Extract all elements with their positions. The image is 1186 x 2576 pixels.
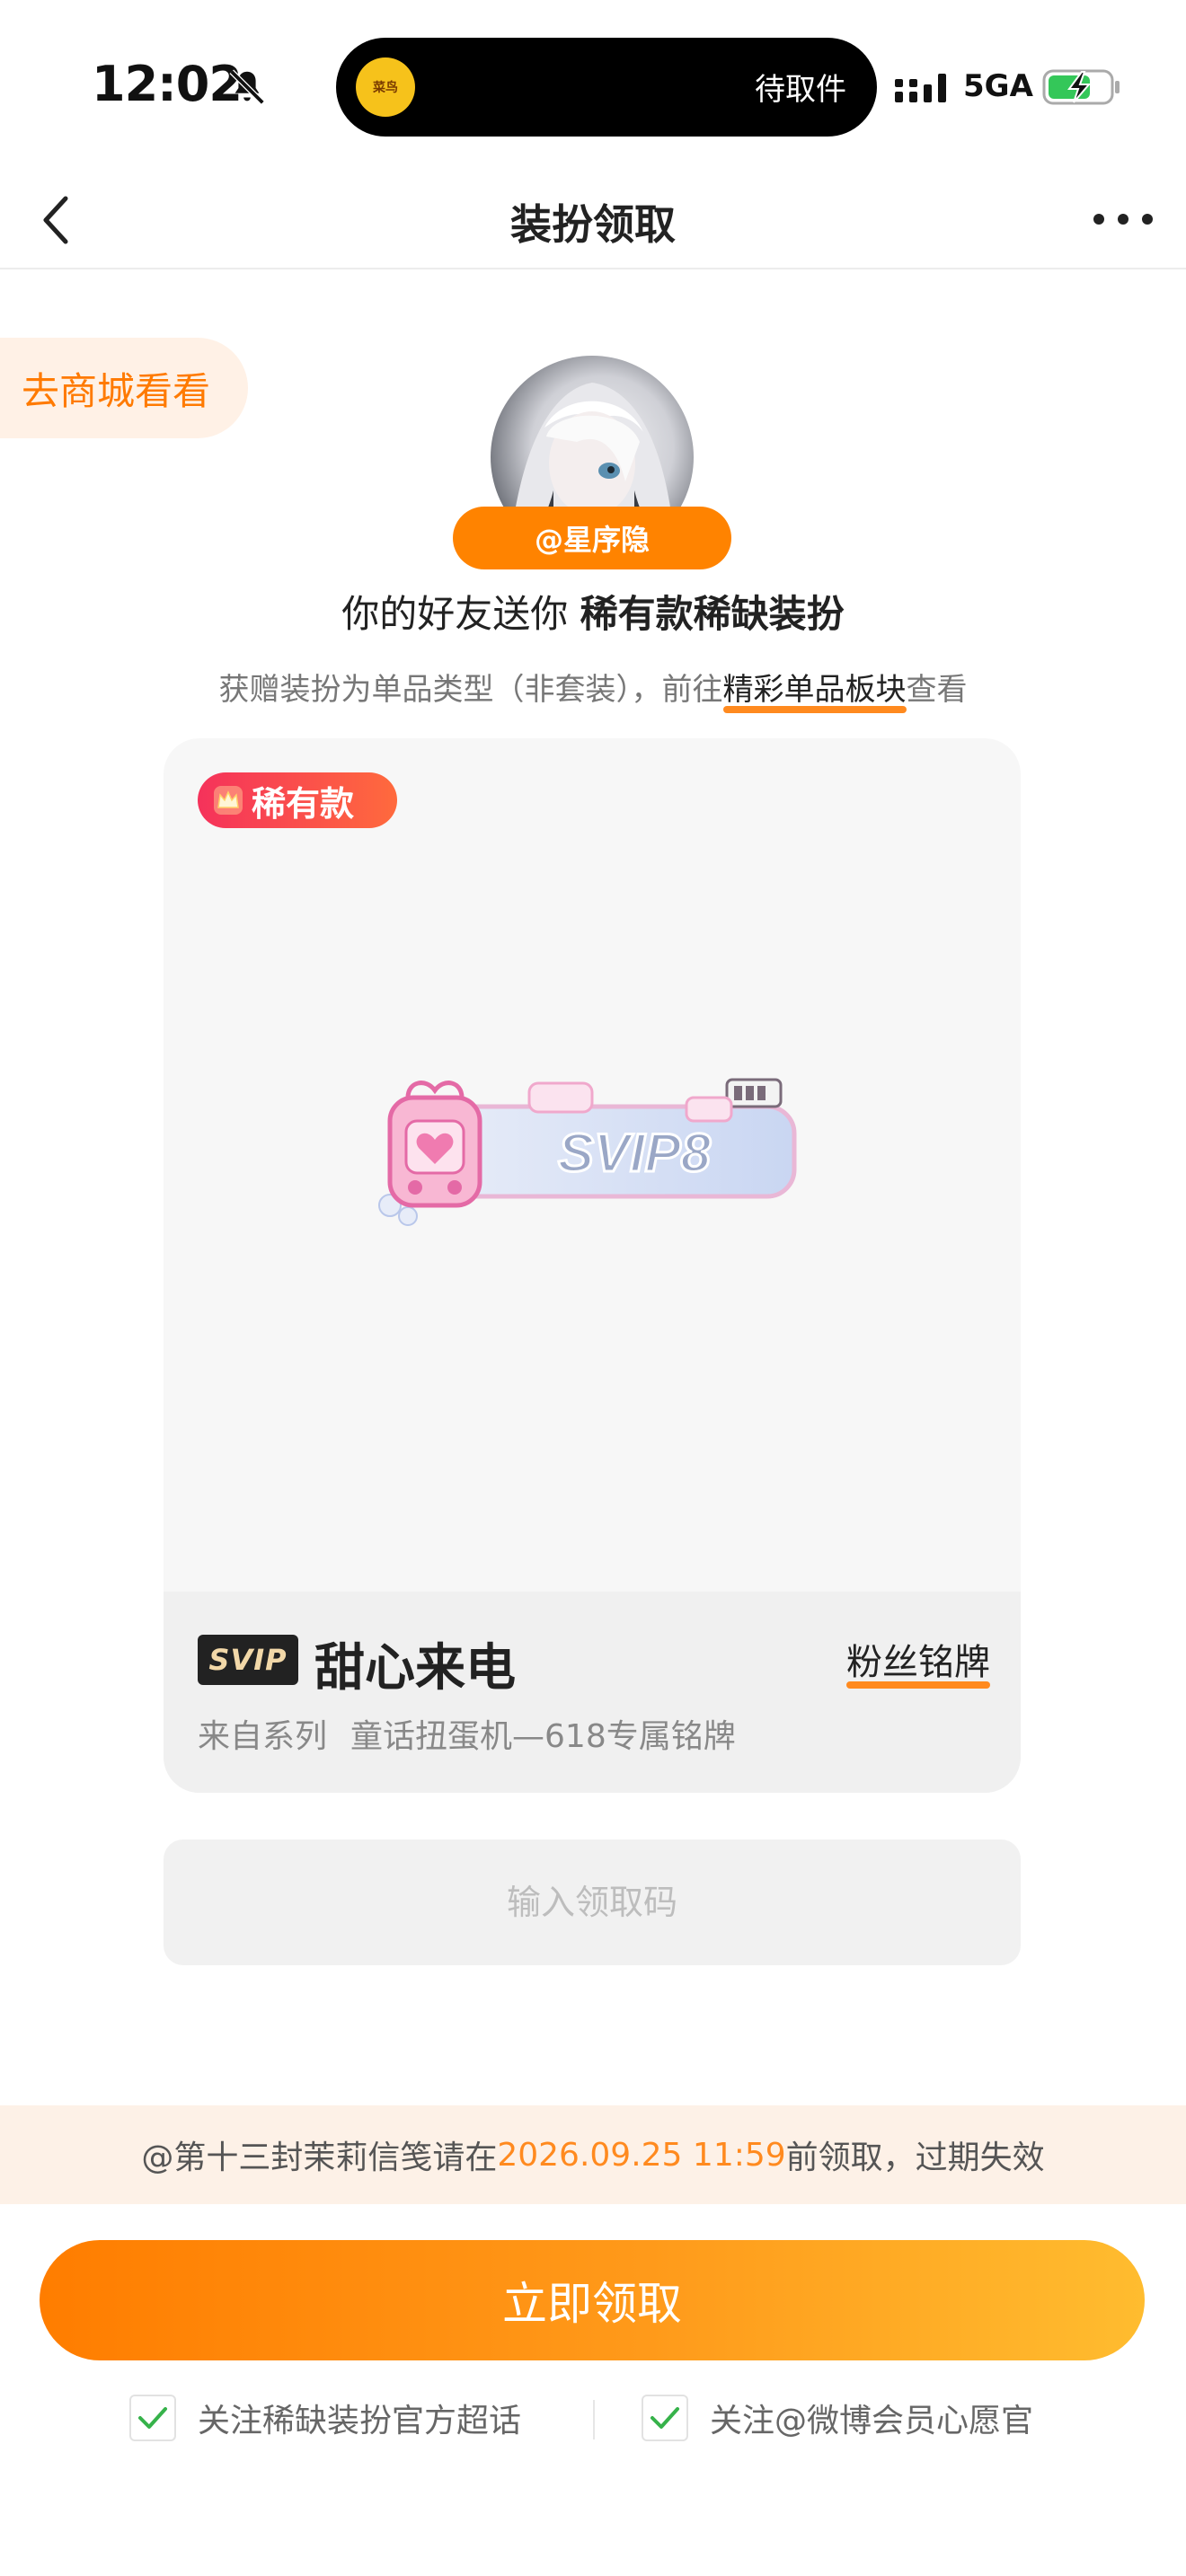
deadline-suffix: 前领取，过期失效 xyxy=(785,2139,1045,2176)
battery-charging-icon xyxy=(1042,69,1120,105)
network-type: 5GA xyxy=(963,68,1033,104)
follow-option-supertopic[interactable]: 关注稀缺装扮官方超话 xyxy=(129,2395,521,2441)
svip-tag: SVIP xyxy=(198,1635,298,1685)
single-items-link[interactable]: 精彩单品板块 xyxy=(723,672,907,708)
crown-icon xyxy=(214,786,243,815)
rarity-badge: 稀有款 xyxy=(198,772,397,828)
island-status-text: 待取件 xyxy=(755,72,846,108)
item-series: 来自系列 童话扭蛋机—618专属铭牌 xyxy=(198,1710,736,1757)
page-title: 装扮领取 xyxy=(510,200,676,249)
redeem-code-input[interactable] xyxy=(164,1839,1021,1965)
item-type-link[interactable]: 粉丝铭牌 xyxy=(846,1633,990,1689)
info-after: 查看 xyxy=(906,672,968,708)
checkbox-checked[interactable] xyxy=(129,2395,176,2441)
nav-bar: 装扮领取 xyxy=(0,171,1186,269)
gift-prefix: 你的好友送你 xyxy=(341,592,569,636)
dynamic-island[interactable]: 菜鸟 待取件 xyxy=(336,38,877,137)
follow-option-account[interactable]: 关注@微博会员心愿官 xyxy=(642,2395,1033,2441)
check-icon xyxy=(138,2407,167,2429)
follow-divider xyxy=(593,2400,595,2439)
series-name: 童话扭蛋机—618专属铭牌 xyxy=(350,1718,736,1755)
deadline-notice: @第十三封茉莉信笺请在 2026.09.25 11:59 前领取，过期失效 xyxy=(0,2105,1186,2204)
item-card[interactable]: 稀有款 SVIP8 SVIP 甜心来电 粉丝铭牌 来自系列 童话扭蛋机—618专属… xyxy=(164,738,1021,1793)
rarity-label: 稀有款 xyxy=(252,783,355,824)
follow-label: 关注稀缺装扮官方超话 xyxy=(198,2403,522,2439)
card-info-panel xyxy=(164,1592,1021,1793)
fan-badge-artwork: SVIP8 xyxy=(378,1078,797,1226)
sender-handle[interactable]: @星序隐 xyxy=(453,507,731,569)
gift-message: 你的好友送你 稀有款稀缺装扮 xyxy=(0,584,1186,639)
series-label: 来自系列 xyxy=(198,1718,328,1755)
follow-label: 关注@微博会员心愿官 xyxy=(710,2403,1034,2439)
deadline-prefix: @第十三封茉莉信笺请在 xyxy=(141,2139,498,2176)
item-name: 甜心来电 xyxy=(314,1639,516,1698)
status-time: 12:02 xyxy=(92,56,243,112)
badge-art-text: SVIP8 xyxy=(558,1123,712,1183)
cainiao-logo: 菜鸟 xyxy=(356,57,415,117)
info-before: 获赠装扮为单品类型（非套装），前往 xyxy=(218,672,723,708)
status-bar: 12:02 菜鸟 待取件 5GA xyxy=(0,0,1186,171)
go-to-store-button[interactable]: 去商城看看 xyxy=(0,338,248,438)
bell-muted-icon xyxy=(229,69,265,105)
checkbox-checked[interactable] xyxy=(642,2395,688,2441)
more-button[interactable] xyxy=(1087,192,1159,246)
more-dots-icon xyxy=(1093,214,1153,225)
claim-now-button[interactable]: 立即领取 xyxy=(40,2240,1145,2360)
deadline-date: 2026.09.25 11:59 xyxy=(497,2136,786,2174)
signal-icon xyxy=(895,74,946,102)
check-icon xyxy=(651,2407,679,2429)
gift-name: 稀有款稀缺装扮 xyxy=(580,592,845,636)
gift-info: 获赠装扮为单品类型（非套装），前往精彩单品板块查看 xyxy=(0,665,1186,709)
